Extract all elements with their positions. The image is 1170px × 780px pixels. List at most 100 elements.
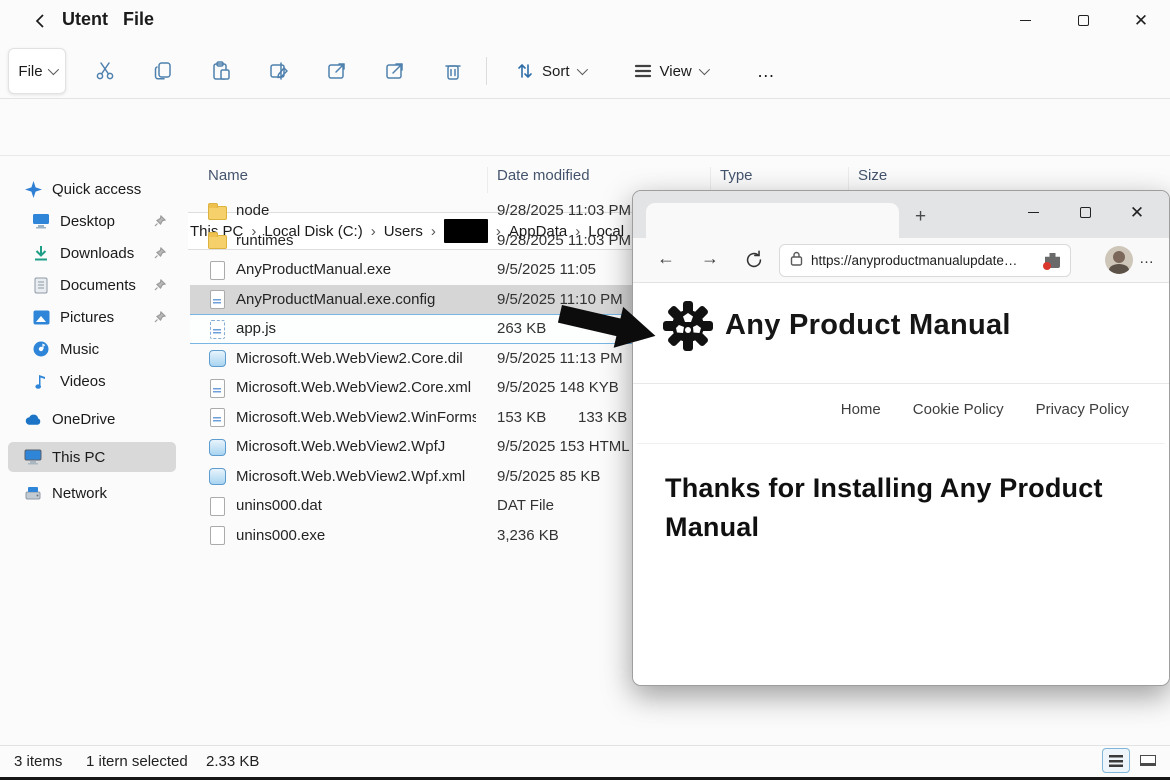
document-icon (32, 276, 50, 294)
column-header-date-modified[interactable]: Date modified (497, 167, 590, 184)
close-button[interactable]: ✕ (1112, 0, 1170, 40)
nav-cookie-policy-link[interactable]: Cookie Policy (913, 401, 1004, 418)
xml-file-icon (208, 408, 226, 426)
back-chevron-icon[interactable] (32, 12, 50, 30)
sidebar-label: Quick access (52, 181, 141, 198)
gear-logo-icon (661, 299, 715, 353)
sidebar-label: Downloads (60, 245, 134, 262)
copy-button[interactable] (144, 52, 182, 90)
browser-window: + ✕ ← → https://anyproductmanualupdate… … (632, 190, 1170, 686)
browser-maximize-button[interactable] (1059, 195, 1111, 229)
sidebar-label: Music (60, 341, 99, 358)
dll-file-icon (208, 349, 226, 367)
file-menu-button[interactable]: File (8, 48, 66, 94)
browser-tab[interactable] (646, 203, 899, 238)
script-file-icon (208, 320, 226, 338)
sidebar-item-desktop[interactable]: Desktop (8, 206, 176, 236)
rename-button[interactable] (260, 52, 298, 90)
chevron-down-icon (47, 64, 58, 75)
minimize-button[interactable] (996, 0, 1054, 40)
browser-content: Any Product Manual Home Cookie Policy Pr… (633, 283, 1169, 685)
pin-icon (154, 311, 166, 323)
paste-icon (210, 60, 232, 82)
nav-privacy-policy-link[interactable]: Privacy Policy (1036, 401, 1129, 418)
large-icons-view-icon (1140, 755, 1156, 766)
browser-refresh-button[interactable] (743, 249, 765, 271)
sidebar-item-this-pc[interactable]: This PC (8, 442, 176, 472)
browser-minimize-button[interactable] (1007, 195, 1059, 229)
close-icon: ✕ (1134, 12, 1148, 29)
explorer-titlebar: Utent File ✕ (0, 0, 1170, 44)
monitor-icon (24, 448, 42, 466)
sidebar-item-onedrive[interactable]: OneDrive (8, 404, 176, 434)
view-button[interactable]: View (619, 51, 721, 91)
sidebar-item-documents[interactable]: Documents (8, 270, 176, 300)
browser-forward-button[interactable]: → (701, 248, 719, 269)
minimize-icon (1020, 20, 1031, 21)
share-button[interactable] (318, 52, 356, 90)
sidebar-label: Videos (60, 373, 106, 390)
site-title: Any Product Manual (725, 309, 1011, 342)
folder-icon (208, 231, 226, 249)
file-icon (208, 526, 226, 544)
star-icon (24, 180, 42, 198)
send-button[interactable] (376, 52, 414, 90)
sidebar-label: Network (52, 485, 107, 502)
paste-button[interactable] (202, 52, 240, 90)
sidebar-item-pictures[interactable]: Pictures (8, 302, 176, 332)
copy-icon (152, 60, 174, 82)
column-header-size[interactable]: Size (858, 167, 887, 184)
onedrive-cloud-icon (24, 410, 42, 428)
lock-icon (790, 251, 803, 271)
explorer-toolbar: File Sort View … (0, 44, 1170, 99)
more-options-button[interactable]: … (741, 61, 793, 82)
items-count: 3 items (14, 753, 62, 770)
details-view-icon (1109, 755, 1123, 767)
config-file-icon (208, 290, 226, 308)
browser-back-button[interactable]: ← (657, 248, 675, 269)
sidebar-item-downloads[interactable]: Downloads (8, 238, 176, 268)
details-view-button[interactable] (1102, 748, 1130, 773)
minimize-icon (1028, 212, 1039, 213)
extension-badge-icon[interactable] (1045, 253, 1060, 268)
sidebar-label: OneDrive (52, 411, 115, 428)
chevron-down-icon (576, 64, 587, 75)
delete-button[interactable] (434, 52, 472, 90)
dll-file-icon (208, 438, 226, 456)
browser-close-button[interactable]: ✕ (1111, 195, 1163, 229)
xml-file-icon (208, 379, 226, 397)
sort-icon (515, 61, 535, 81)
browser-tabstrip: + ✕ (633, 191, 1169, 238)
maximize-button[interactable] (1054, 0, 1112, 40)
file-menu-label: File (18, 63, 42, 80)
new-tab-button[interactable]: + (915, 207, 926, 226)
sort-button[interactable]: Sort (501, 51, 599, 91)
sidebar-label: Documents (60, 277, 136, 294)
site-navigation: Home Cookie Policy Privacy Policy (841, 391, 1129, 427)
content-divider (637, 443, 1165, 444)
maximize-icon (1078, 15, 1089, 26)
maximize-icon (1080, 207, 1091, 218)
profile-avatar[interactable] (1105, 246, 1133, 274)
close-icon: ✕ (1130, 204, 1144, 221)
large-icons-view-button[interactable] (1134, 748, 1162, 773)
browser-more-button[interactable]: … (1139, 250, 1156, 267)
selection-size: 2.33 KB (206, 753, 259, 770)
page-heading: Thanks for Installing Any Product Manual (665, 469, 1105, 547)
column-header-type[interactable]: Type (720, 167, 753, 184)
sidebar-item-network[interactable]: Network (8, 478, 176, 508)
sort-label: Sort (542, 63, 570, 80)
column-header-name[interactable]: Name (208, 167, 248, 184)
address-bar[interactable]: https://anyproductmanualupdate… (779, 244, 1071, 277)
chevron-down-icon (699, 64, 710, 75)
nav-home-link[interactable]: Home (841, 401, 881, 418)
sidebar-item-music[interactable]: Music (8, 334, 176, 364)
sidebar-item-quick-access[interactable]: Quick access (8, 174, 176, 204)
rename-icon (268, 60, 290, 82)
pin-icon (154, 215, 166, 227)
navigation-sidebar: Quick access Desktop Downloads Documents… (0, 156, 188, 745)
delete-icon (442, 60, 464, 82)
column-headers: Name Date modified Type Size (190, 162, 1170, 192)
sidebar-item-videos[interactable]: Videos (8, 366, 176, 396)
cut-button[interactable] (86, 52, 124, 90)
